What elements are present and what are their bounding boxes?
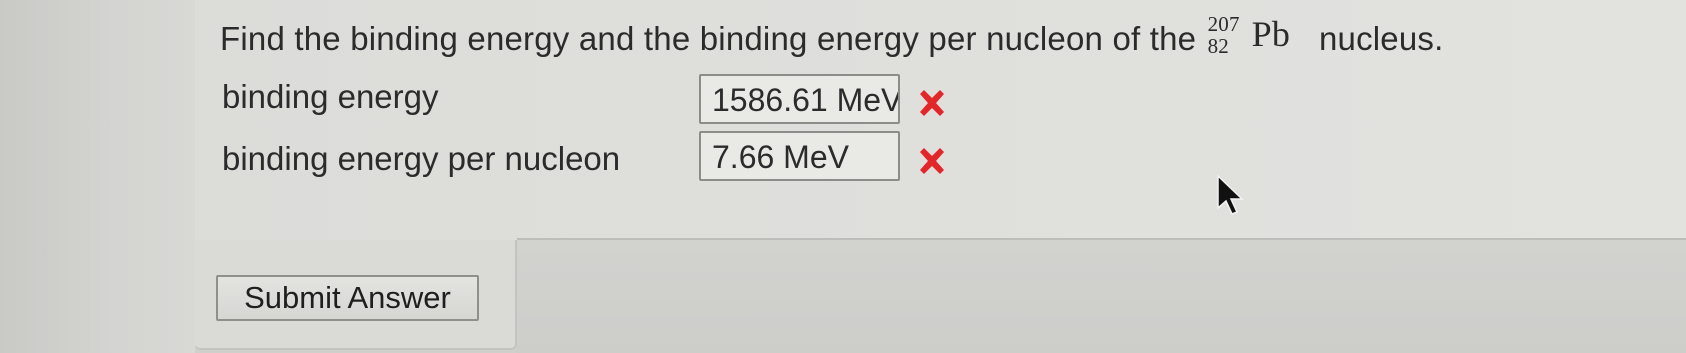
question-prefix: Find the binding energy and the binding … bbox=[220, 20, 1197, 57]
element-symbol: Pb bbox=[1251, 14, 1291, 54]
submit-answer-button[interactable]: Submit Answer bbox=[216, 275, 479, 321]
red-x-icon bbox=[920, 90, 944, 116]
page-background-left bbox=[0, 0, 195, 353]
question-text: Find the binding energy and the binding … bbox=[220, 12, 1444, 58]
binding-energy-label: binding energy bbox=[222, 78, 439, 115]
question-suffix: nucleus. bbox=[1318, 20, 1444, 57]
binding-energy-input[interactable]: 1586.61 MeV bbox=[699, 74, 900, 124]
panel-divider bbox=[517, 238, 1686, 240]
nuclide-notation: 207 82 Pb bbox=[1206, 12, 1310, 58]
binding-energy-per-nucleon-label: binding energy per nucleon bbox=[222, 140, 621, 177]
red-x-icon bbox=[920, 148, 944, 174]
page-background-lower bbox=[517, 240, 1686, 353]
mouse-cursor-icon bbox=[1217, 174, 1244, 215]
binding-energy-per-nucleon-input[interactable]: 7.66 MeV bbox=[699, 131, 900, 181]
atomic-number: 82 bbox=[1207, 34, 1229, 58]
